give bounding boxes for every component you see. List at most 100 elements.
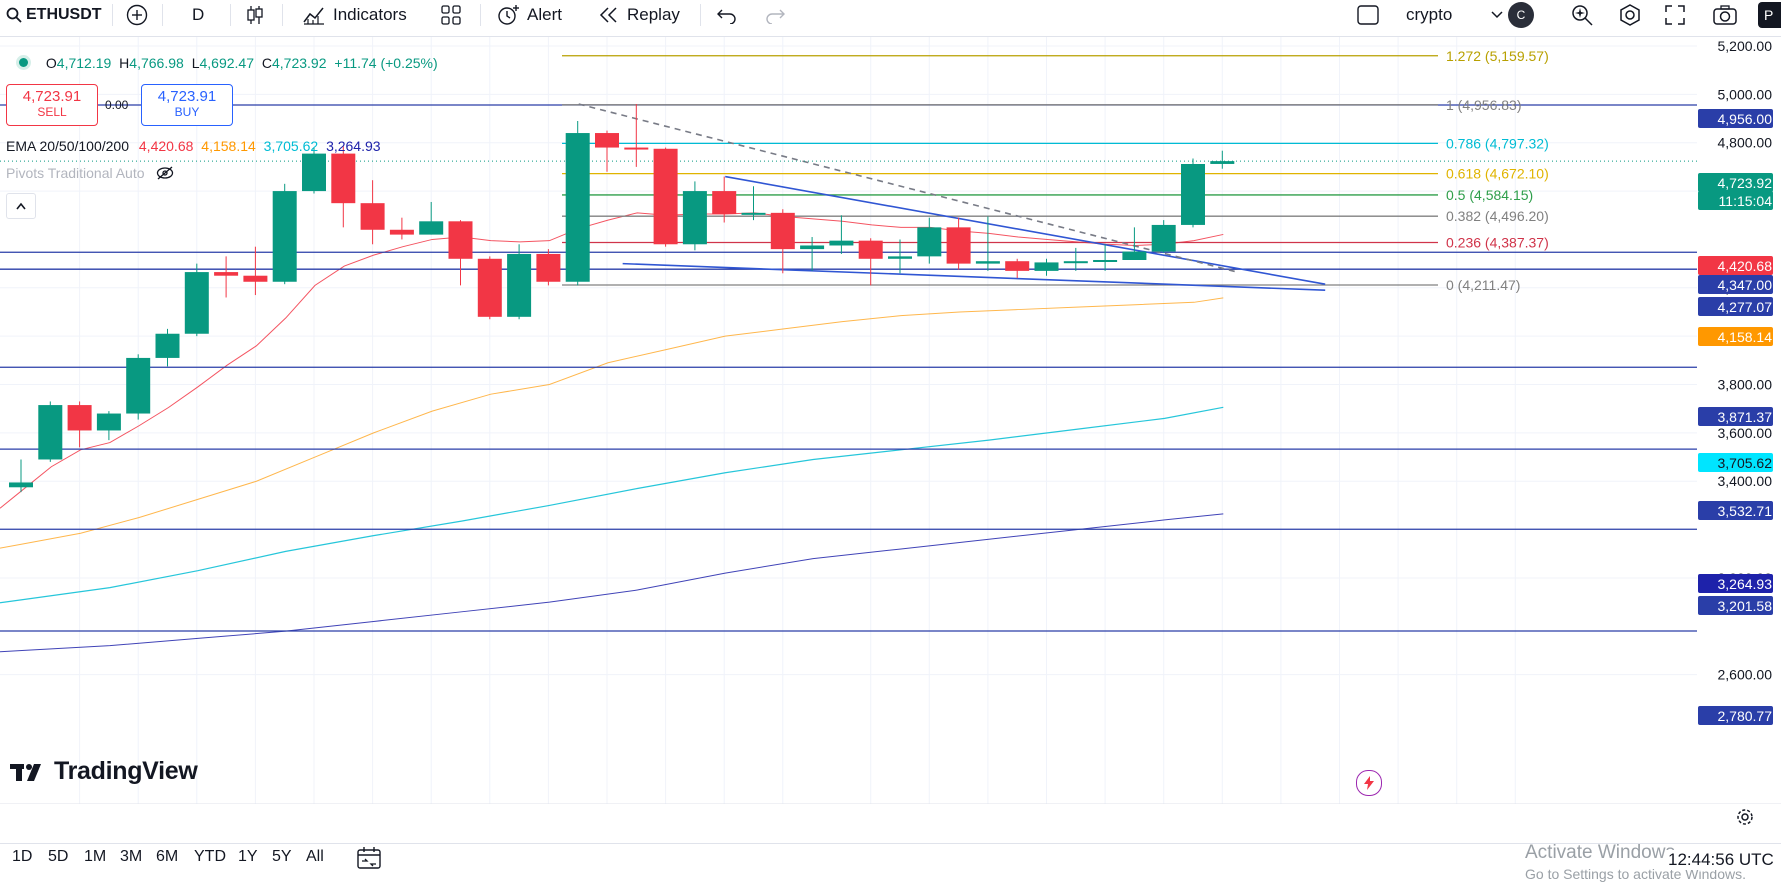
interval-button[interactable]: D	[192, 0, 204, 30]
bottom-toolbar	[0, 843, 1781, 884]
candle-body	[448, 221, 473, 259]
symbol-search[interactable]: ETHUSDT	[6, 0, 102, 30]
candle-body	[184, 272, 209, 334]
time-range-ytd[interactable]: YTD	[194, 848, 226, 866]
price-tick-label: 5,000.00	[1718, 86, 1773, 102]
candle-body	[389, 229, 414, 235]
indicators-button[interactable]: Indicators	[302, 0, 407, 30]
tradingview-logo[interactable]: TradingView	[10, 757, 198, 786]
settings-button[interactable]	[1618, 0, 1642, 30]
buy-button[interactable]: 4,723.91 BUY	[141, 84, 233, 126]
avatar: C	[1508, 2, 1534, 28]
fib-level-label: 1 (4,956.83)	[1446, 97, 1522, 113]
ema50-value: 4,158.14	[201, 138, 256, 154]
price-badge-label: 3,871.37	[1718, 409, 1773, 425]
layout-name: crypto	[1406, 5, 1453, 24]
add-circle-icon	[126, 4, 148, 26]
buy-price: 4,723.91	[157, 88, 217, 105]
fib-level-label: 0.786 (4,797.32)	[1446, 135, 1549, 151]
candle-body	[1005, 261, 1030, 271]
eye-hidden-icon[interactable]	[156, 166, 174, 180]
events-marker[interactable]	[1356, 770, 1382, 796]
windows-activation-title: Activate Windows	[1525, 842, 1675, 863]
price-badge-label: 4,723.92	[1718, 175, 1773, 191]
gear-icon	[1620, 4, 1640, 26]
time-range-all[interactable]: All	[306, 848, 324, 866]
time-range-1d[interactable]: 1D	[12, 848, 32, 866]
candle-body	[360, 203, 385, 230]
candle-body	[946, 227, 971, 264]
price-tick-label: 2,600.00	[1718, 667, 1773, 683]
price-badge-label: 3,705.62	[1718, 455, 1773, 471]
fullscreen-button[interactable]	[1664, 0, 1686, 30]
quick-search-button[interactable]	[1570, 0, 1594, 30]
high-value: 4,766.98	[129, 55, 184, 71]
publish-button[interactable]: P	[1758, 0, 1781, 30]
indicators-label: Indicators	[333, 5, 407, 24]
ema100-line	[0, 406, 1224, 604]
goto-date-button[interactable]	[356, 846, 382, 875]
candle-body	[624, 147, 649, 150]
pivots-legend-row[interactable]: Pivots Traditional Auto	[6, 165, 174, 181]
collapse-legend-button[interactable]	[6, 193, 36, 219]
user-avatar[interactable]: C	[1508, 0, 1534, 30]
alarm-clock-icon	[498, 5, 519, 25]
rewind-icon	[599, 7, 617, 23]
grid-icon	[441, 5, 461, 25]
candle-body	[858, 240, 883, 259]
candle-body	[214, 272, 239, 276]
utc-clock[interactable]: 12:44:56 UTC	[1666, 850, 1776, 870]
logo-text: TradingView	[54, 757, 198, 785]
candle-body	[1063, 261, 1088, 264]
fib-level-label: 0.5 (4,584.15)	[1446, 187, 1533, 203]
indicators-icon	[303, 7, 324, 25]
status-dot-icon	[19, 58, 28, 67]
time-range-5y[interactable]: 5Y	[272, 848, 292, 866]
undo-button[interactable]	[716, 0, 738, 30]
fib-level-label: 0.236 (4,387.37)	[1446, 234, 1549, 250]
ema20-value: 4,420.68	[138, 138, 194, 154]
price-tick-label: 4,800.00	[1718, 135, 1773, 151]
toolbar-divider	[480, 4, 481, 26]
candle-body	[272, 191, 297, 282]
toolbar-divider	[112, 4, 113, 26]
redo-button[interactable]	[764, 0, 786, 30]
ema-label: EMA 20/50/100/200	[6, 138, 129, 154]
ema20-line	[0, 212, 1224, 509]
candle-body	[917, 227, 942, 257]
toolbar-divider	[282, 4, 283, 26]
price-badge-label: 11:15:04	[1719, 193, 1773, 209]
replay-button[interactable]: Replay	[598, 0, 680, 30]
ema-legend-row[interactable]: EMA 20/50/100/200 4,420.68 4,158.14 3,70…	[6, 138, 381, 154]
sell-button[interactable]: 4,723.91 SELL	[6, 84, 98, 126]
time-range-6m[interactable]: 6M	[156, 848, 178, 866]
alert-label: Alert	[527, 5, 562, 24]
price-badge-label: 4,420.68	[1718, 258, 1773, 274]
scale-settings-button[interactable]	[1734, 806, 1756, 833]
low-value: 4,692.47	[199, 55, 254, 71]
time-range-1m[interactable]: 1M	[84, 848, 106, 866]
time-range-5d[interactable]: 5D	[48, 848, 68, 866]
spread-value: 0.00	[105, 98, 129, 112]
price-tick-label: 5,200.00	[1718, 38, 1773, 54]
compare-button[interactable]	[126, 0, 148, 30]
candle-body	[1122, 251, 1147, 260]
chart-type-button[interactable]	[244, 0, 266, 30]
snapshot-button[interactable]	[1712, 0, 1738, 30]
candle-body	[595, 133, 619, 148]
ohlc-row: O4,712.19 H4,766.98 L4,692.47 C4,723.92 …	[6, 55, 438, 71]
layouts-grid-button[interactable]	[440, 0, 462, 30]
price-tick-label: 3,800.00	[1718, 377, 1773, 393]
time-range-1y[interactable]: 1Y	[238, 848, 258, 866]
time-range-3m[interactable]: 3M	[120, 848, 142, 866]
candle-body	[653, 148, 678, 245]
price-badge-label: 4,277.07	[1718, 299, 1773, 315]
ema100-value: 3,705.62	[263, 138, 319, 154]
alert-button[interactable]: Alert	[496, 0, 562, 30]
layout-name-dropdown[interactable]: crypto	[1406, 0, 1504, 30]
candle-body	[155, 333, 180, 358]
camera-icon	[1713, 5, 1737, 25]
ema200-value: 3,264.93	[326, 138, 381, 154]
price-badge-label: 3,264.93	[1718, 576, 1773, 592]
layout-select-button[interactable]	[1356, 0, 1380, 30]
